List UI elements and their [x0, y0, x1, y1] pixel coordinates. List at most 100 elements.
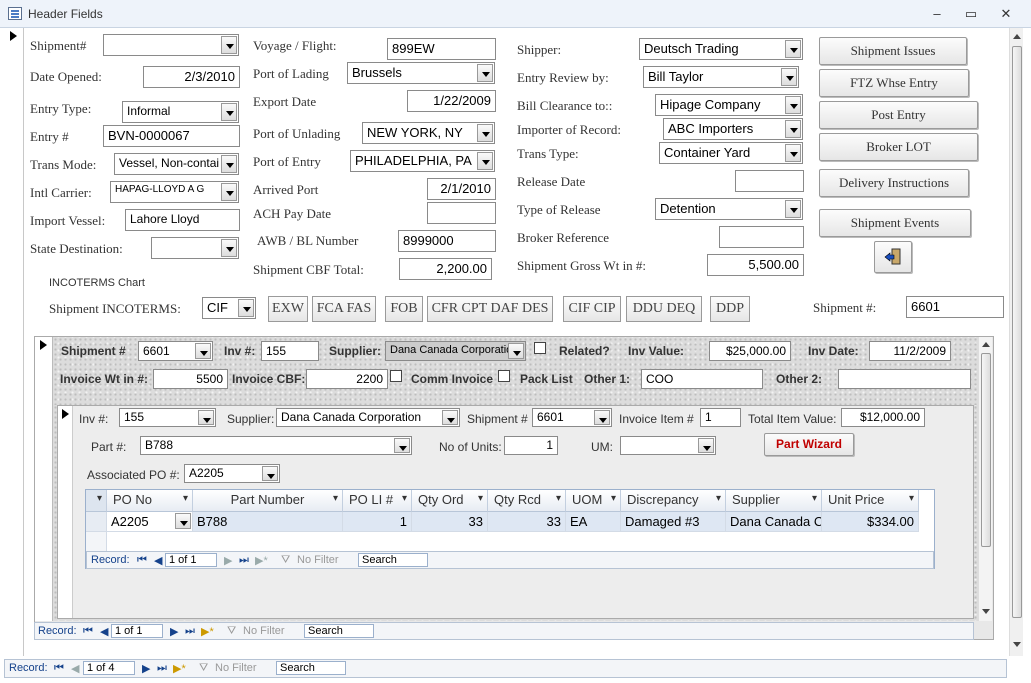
col-header-qty-ord[interactable]: Qty Ord: [412, 490, 488, 512]
incoterm-cfr-cpt-daf-des-button[interactable]: CFR CPT DAF DES: [427, 296, 553, 322]
scroll-thumb[interactable]: [1012, 46, 1022, 618]
ftz-whse-entry-button[interactable]: FTZ Whse Entry: [819, 69, 969, 97]
new-row[interactable]: [107, 532, 919, 552]
delivery-instructions-button[interactable]: Delivery Instructions: [819, 169, 969, 197]
part-wizard-button[interactable]: Part Wizard: [764, 433, 854, 456]
dropdown-arrow-icon[interactable]: [781, 68, 797, 86]
item-shipment-no-combo[interactable]: 6601: [532, 408, 612, 427]
other1-field[interactable]: COO: [641, 369, 763, 389]
shipment-no-combo[interactable]: [103, 34, 239, 56]
new-record-icon[interactable]: ▶*: [201, 625, 214, 638]
invoice-record-selector[interactable]: [35, 337, 53, 621]
main-vertical-scrollbar[interactable]: [1009, 28, 1023, 656]
inv-value-field[interactable]: $25,000.00: [709, 341, 791, 361]
col-header-po-li[interactable]: PO LI #: [343, 490, 412, 512]
shipment-cbf-field[interactable]: 2,200.00: [399, 258, 492, 280]
dropdown-arrow-icon[interactable]: [195, 343, 211, 359]
col-header-discrepancy[interactable]: Discrepancy: [621, 490, 726, 512]
last-record-icon[interactable]: ⏭: [239, 554, 249, 567]
other2-field[interactable]: [838, 369, 971, 389]
dropdown-arrow-icon[interactable]: [477, 124, 493, 142]
intl-carrier-combo[interactable]: HAPAG-LLOYD A G: [110, 181, 239, 203]
shipment-events-button[interactable]: Shipment Events: [819, 209, 971, 237]
scroll-down-icon[interactable]: [1013, 642, 1021, 647]
gross-wt-field[interactable]: 5,500.00: [707, 254, 804, 276]
dropdown-arrow-icon[interactable]: [508, 343, 524, 359]
no-filter-button[interactable]: No Filter: [243, 625, 285, 637]
broker-reference-field[interactable]: [719, 226, 804, 248]
no-filter-button[interactable]: No Filter: [215, 662, 257, 674]
scroll-down-icon[interactable]: [982, 609, 990, 614]
dropdown-arrow-icon[interactable]: [221, 239, 237, 257]
cell-supplier[interactable]: Dana Canada Co: [726, 512, 822, 532]
dropdown-arrow-icon[interactable]: [698, 438, 714, 453]
post-entry-button[interactable]: Post Entry: [819, 101, 978, 129]
cell-qty-rcd[interactable]: 33: [488, 512, 566, 532]
shipper-combo[interactable]: Deutsch Trading: [639, 38, 803, 60]
dropdown-arrow-icon[interactable]: [785, 96, 801, 114]
dropdown-arrow-icon[interactable]: [262, 466, 278, 481]
first-record-icon[interactable]: ⏮: [54, 662, 64, 675]
dropdown-arrow-icon[interactable]: [785, 200, 801, 218]
dropdown-arrow-icon[interactable]: [594, 410, 610, 425]
um-combo[interactable]: [620, 436, 716, 455]
shipment-no-bottom-field[interactable]: 6601: [906, 296, 1004, 318]
broker-lot-button[interactable]: Broker LOT: [819, 133, 978, 161]
item-inv-no-combo[interactable]: 155: [119, 408, 216, 427]
cell-discrepancy[interactable]: Damaged #3: [621, 512, 726, 532]
record-position-field[interactable]: 1 of 1: [165, 553, 217, 567]
dropdown-arrow-icon[interactable]: [477, 64, 493, 82]
prev-record-icon[interactable]: ◀: [154, 554, 162, 567]
dropdown-arrow-icon[interactable]: [175, 513, 191, 529]
record-position-field[interactable]: 1 of 1: [111, 624, 163, 638]
search-box[interactable]: Search: [358, 553, 428, 567]
dropdown-arrow-icon[interactable]: [394, 438, 410, 453]
entry-type-combo[interactable]: Informal: [122, 101, 239, 123]
awb-bl-field[interactable]: 8999000: [398, 230, 496, 252]
comm-invoice-checkbox[interactable]: [390, 370, 402, 382]
port-of-entry-combo[interactable]: PHILADELPHIA, PA: [350, 150, 495, 172]
no-of-units-field[interactable]: 1: [504, 436, 558, 455]
total-item-value-field[interactable]: $12,000.00: [841, 408, 925, 427]
col-header-part-number[interactable]: Part Number: [193, 490, 343, 512]
item-record-selector[interactable]: [58, 406, 73, 618]
invoice-vertical-scrollbar[interactable]: [978, 337, 992, 621]
exit-button[interactable]: [874, 241, 912, 273]
inv-supplier-combo[interactable]: Dana Canada Corporation: [385, 341, 526, 361]
incoterm-exw-button[interactable]: EXW: [268, 296, 308, 322]
date-opened-field[interactable]: 2/3/2010: [143, 66, 240, 88]
dropdown-arrow-icon[interactable]: [442, 410, 458, 425]
voyage-flight-field[interactable]: 899EW: [387, 38, 496, 60]
dropdown-arrow-icon[interactable]: [238, 299, 254, 317]
ach-pay-date-field[interactable]: [427, 202, 496, 224]
new-row-selector[interactable]: [86, 532, 107, 552]
minimize-button[interactable]: –: [925, 5, 949, 23]
incoterms-combo[interactable]: CIF: [202, 297, 256, 319]
no-filter-button[interactable]: No Filter: [297, 554, 339, 566]
inv-shipment-no-combo[interactable]: 6601: [138, 341, 213, 361]
next-record-icon[interactable]: ▶: [142, 662, 150, 675]
associated-po-combo[interactable]: A2205: [184, 464, 280, 483]
invoice-item-no-field[interactable]: 1: [700, 408, 741, 427]
scroll-up-icon[interactable]: [982, 342, 990, 347]
row-selector[interactable]: [86, 512, 107, 532]
new-record-icon[interactable]: ▶*: [173, 662, 186, 675]
prev-record-icon[interactable]: ◀: [71, 662, 79, 675]
cell-po-no[interactable]: A2205: [107, 512, 193, 532]
dropdown-arrow-icon[interactable]: [785, 40, 801, 58]
incoterm-cif-cip-button[interactable]: CIF CIP: [563, 296, 621, 322]
pack-list-checkbox[interactable]: [498, 370, 510, 382]
related-checkbox[interactable]: [534, 342, 546, 354]
next-record-icon[interactable]: ▶: [224, 554, 232, 567]
inv-date-field[interactable]: 11/2/2009: [869, 341, 951, 361]
close-button[interactable]: ✕: [994, 5, 1018, 23]
scroll-up-icon[interactable]: [1013, 34, 1021, 39]
record-selector[interactable]: [0, 28, 24, 656]
dropdown-arrow-icon[interactable]: [221, 183, 237, 201]
col-header-uom[interactable]: UOM: [566, 490, 621, 512]
incoterm-fca-fas-button[interactable]: FCA FAS: [312, 296, 376, 322]
port-of-unlading-combo[interactable]: NEW YORK, NY: [362, 122, 495, 144]
scroll-thumb[interactable]: [981, 353, 991, 547]
dropdown-arrow-icon[interactable]: [785, 144, 801, 162]
last-record-icon[interactable]: ⏭: [185, 625, 195, 638]
